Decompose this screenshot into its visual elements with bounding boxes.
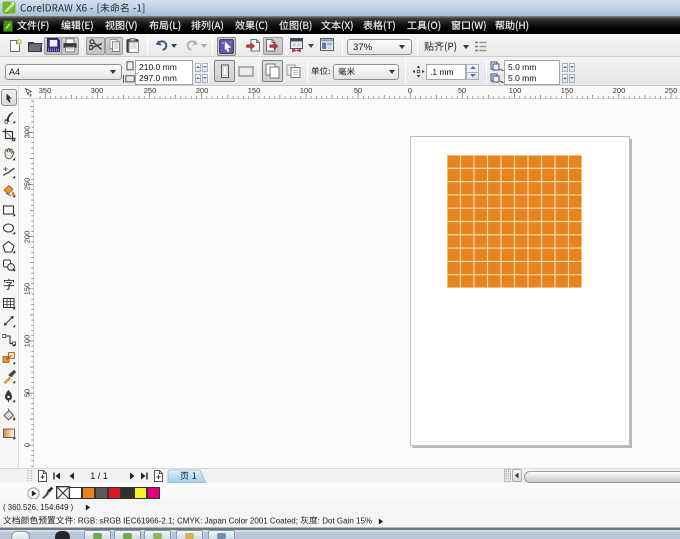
svg-text:150: 150 — [248, 86, 261, 95]
svg-text:100: 100 — [300, 86, 313, 95]
svg-text:250: 250 — [665, 86, 678, 95]
svg-text:300: 300 — [91, 86, 104, 95]
svg-text:0: 0 — [408, 86, 412, 95]
svg-text:300: 300 — [23, 126, 32, 139]
svg-text:150: 150 — [561, 86, 574, 95]
svg-text:50: 50 — [23, 389, 32, 397]
svg-text:250: 250 — [23, 178, 32, 191]
svg-text:50: 50 — [458, 86, 466, 95]
svg-text:100: 100 — [509, 86, 522, 95]
svg-text:: RGB: sRGB IEC61966-2.1; CMYK: : RGB: sRGB IEC61966-2.1; CMYK: Japan Co… — [73, 517, 300, 526]
svg-text:100: 100 — [23, 335, 32, 348]
svg-text:200: 200 — [196, 86, 209, 95]
svg-text:50: 50 — [354, 86, 362, 95]
svg-text:0: 0 — [23, 443, 32, 447]
svg-text:150: 150 — [23, 283, 32, 296]
svg-text:200: 200 — [23, 231, 32, 244]
svg-text:250: 250 — [144, 86, 157, 95]
svg-text:200: 200 — [613, 86, 626, 95]
svg-text:350: 350 — [39, 86, 52, 95]
svg-text:: Dot Gain 15%: : Dot Gain 15% — [318, 517, 372, 526]
